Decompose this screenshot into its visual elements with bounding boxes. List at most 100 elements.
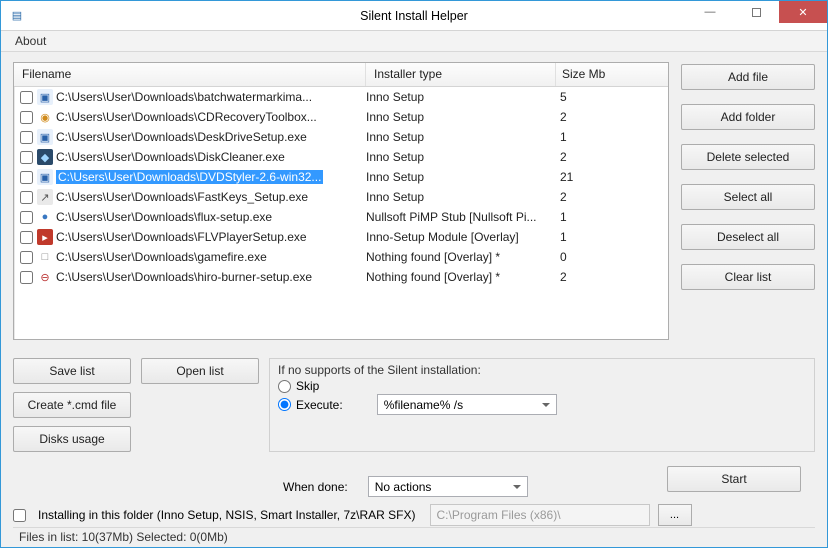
row-checkbox[interactable] — [20, 251, 33, 264]
table-row[interactable]: ▣C:\Users\User\Downloads\DeskDriveSetup.… — [14, 127, 668, 147]
radio-execute-label: Execute: — [296, 398, 343, 412]
row-installer-type: Inno Setup — [366, 150, 556, 164]
row-checkbox[interactable] — [20, 91, 33, 104]
row-installer-type: Inno Setup — [366, 170, 556, 184]
row-checkbox[interactable] — [20, 151, 33, 164]
statusbar: Files in list: 10(37Mb) Selected: 0(0Mb) — [13, 527, 815, 547]
row-checkbox[interactable] — [20, 191, 33, 204]
install-row: Installing in this folder (Inno Setup, N… — [13, 504, 815, 526]
row-size: 2 — [556, 190, 616, 204]
add-file-button[interactable]: Add file — [681, 64, 815, 90]
row-size: 5 — [556, 90, 616, 104]
side-buttons: Add file Add folder Delete selected Sele… — [681, 62, 815, 340]
row-installer-type: Nothing found [Overlay] * — [366, 250, 556, 264]
minimize-button[interactable]: — — [687, 1, 733, 23]
table-row[interactable]: ▣C:\Users\User\Downloads\DVDStyler-2.6-w… — [14, 167, 668, 187]
create-cmd-button[interactable]: Create *.cmd file — [13, 392, 131, 418]
table-row[interactable]: ▣C:\Users\User\Downloads\batchwatermarki… — [14, 87, 668, 107]
maximize-button[interactable] — [733, 1, 779, 23]
row-filename: C:\Users\User\Downloads\CDRecoveryToolbo… — [56, 110, 366, 124]
row-size: 2 — [556, 270, 616, 284]
row-filename: C:\Users\User\Downloads\batchwatermarkim… — [56, 90, 366, 104]
save-list-button[interactable]: Save list — [13, 358, 131, 384]
disks-usage-button[interactable]: Disks usage — [13, 426, 131, 452]
row-filename: C:\Users\User\Downloads\DeskDriveSetup.e… — [56, 130, 366, 144]
row-size: 1 — [556, 230, 616, 244]
add-folder-button[interactable]: Add folder — [681, 104, 815, 130]
row-filename: C:\Users\User\Downloads\gamefire.exe — [56, 250, 366, 264]
table-row[interactable]: ▸C:\Users\User\Downloads\FLVPlayerSetup.… — [14, 227, 668, 247]
row-filename: C:\Users\User\Downloads\FLVPlayerSetup.e… — [56, 230, 366, 244]
row-size: 0 — [556, 250, 616, 264]
table-row[interactable]: ●C:\Users\User\Downloads\flux-setup.exeN… — [14, 207, 668, 227]
row-installer-type: Nothing found [Overlay] * — [366, 270, 556, 284]
content: Filename Installer type Size Mb ▣C:\User… — [1, 52, 827, 547]
window-title: Silent Install Helper — [360, 9, 468, 23]
row-installer-type: Inno Setup — [366, 90, 556, 104]
file-list[interactable]: Filename Installer type Size Mb ▣C:\User… — [13, 62, 669, 340]
titlebar: ▤ Silent Install Helper — ✕ — [1, 1, 827, 31]
row-installer-type: Inno Setup — [366, 110, 556, 124]
file-icon: ● — [37, 209, 53, 225]
deselect-all-button[interactable]: Deselect all — [681, 224, 815, 250]
execute-combobox[interactable]: %filename% /s — [377, 394, 557, 415]
app-icon: ▤ — [9, 8, 25, 24]
file-icon: ▸ — [37, 229, 53, 245]
column-installer-type[interactable]: Installer type — [366, 63, 556, 86]
file-icon: □ — [37, 249, 53, 265]
table-row[interactable]: ◉C:\Users\User\Downloads\CDRecoveryToolb… — [14, 107, 668, 127]
file-icon: ↗ — [37, 189, 53, 205]
row-checkbox[interactable] — [20, 271, 33, 284]
row-checkbox[interactable] — [20, 231, 33, 244]
when-done-combobox[interactable]: No actions — [368, 476, 528, 497]
file-icon: ▣ — [37, 89, 53, 105]
install-folder-input[interactable]: C:\Program Files (x86)\ — [430, 504, 650, 526]
when-done-value: No actions — [375, 480, 432, 494]
install-folder-label: Installing in this folder (Inno Setup, N… — [38, 508, 416, 522]
row-size: 2 — [556, 110, 616, 124]
radio-execute-input[interactable] — [278, 398, 291, 411]
menubar: About — [1, 31, 827, 52]
row-filename: C:\Users\User\Downloads\DVDStyler-2.6-wi… — [56, 170, 366, 184]
column-size[interactable]: Size Mb — [556, 63, 620, 86]
radio-skip-input[interactable] — [278, 380, 291, 393]
table-row[interactable]: ◆C:\Users\User\Downloads\DiskCleaner.exe… — [14, 147, 668, 167]
radio-execute[interactable]: Execute: — [278, 398, 343, 412]
install-folder-checkbox[interactable] — [13, 509, 26, 522]
row-checkbox[interactable] — [20, 131, 33, 144]
select-all-button[interactable]: Select all — [681, 184, 815, 210]
row-size: 1 — [556, 130, 616, 144]
row-installer-type: Inno-Setup Module [Overlay] — [366, 230, 556, 244]
silent-legend: If no supports of the Silent installatio… — [278, 363, 806, 377]
row-checkbox[interactable] — [20, 211, 33, 224]
row-filename: C:\Users\User\Downloads\FastKeys_Setup.e… — [56, 190, 366, 204]
row-size: 2 — [556, 150, 616, 164]
row-size: 1 — [556, 210, 616, 224]
install-folder-placeholder: C:\Program Files (x86)\ — [437, 508, 561, 522]
column-filename[interactable]: Filename — [14, 63, 366, 86]
left-buttons: Save list Open list Create *.cmd file Di… — [13, 358, 259, 452]
file-icon: ▣ — [37, 169, 53, 185]
row-filename: C:\Users\User\Downloads\DiskCleaner.exe — [56, 150, 366, 164]
file-icon: ◆ — [37, 149, 53, 165]
delete-selected-button[interactable]: Delete selected — [681, 144, 815, 170]
table-row[interactable]: ↗C:\Users\User\Downloads\FastKeys_Setup.… — [14, 187, 668, 207]
file-icon: ⊖ — [37, 269, 53, 285]
when-done-label: When done: — [283, 480, 348, 494]
silent-group: If no supports of the Silent installatio… — [269, 358, 815, 452]
file-icon: ▣ — [37, 129, 53, 145]
start-button[interactable]: Start — [667, 466, 801, 492]
row-filename: C:\Users\User\Downloads\hiro-burner-setu… — [56, 270, 366, 284]
row-checkbox[interactable] — [20, 111, 33, 124]
table-row[interactable]: □C:\Users\User\Downloads\gamefire.exeNot… — [14, 247, 668, 267]
row-installer-type: Inno Setup — [366, 190, 556, 204]
browse-button[interactable]: ... — [658, 504, 692, 526]
open-list-button[interactable]: Open list — [141, 358, 259, 384]
row-checkbox[interactable] — [20, 171, 33, 184]
menu-about[interactable]: About — [9, 32, 52, 50]
close-button[interactable]: ✕ — [779, 1, 827, 23]
row-installer-type: Inno Setup — [366, 130, 556, 144]
clear-list-button[interactable]: Clear list — [681, 264, 815, 290]
radio-skip[interactable]: Skip — [278, 379, 806, 393]
table-row[interactable]: ⊖C:\Users\User\Downloads\hiro-burner-set… — [14, 267, 668, 287]
